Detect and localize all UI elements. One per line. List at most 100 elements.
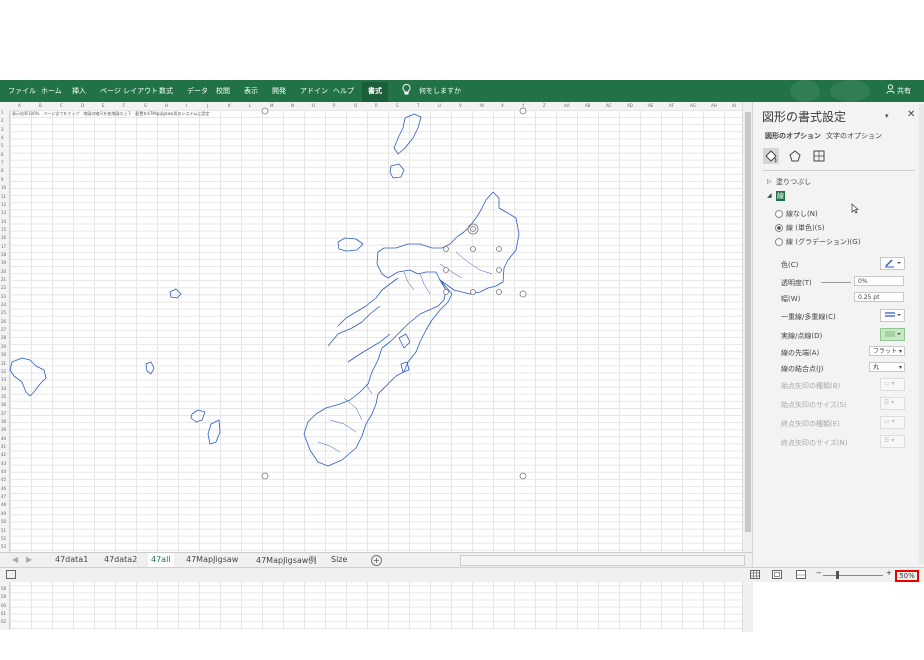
zoom-in-button[interactable]: + — [886, 569, 892, 577]
expand-fill-icon[interactable]: ▷ — [767, 178, 772, 185]
tab-shape-options[interactable]: 図形のオプション — [765, 131, 821, 141]
rotation-handle-icon[interactable] — [467, 223, 479, 235]
radio-solid-line[interactable]: 線 (単色)(S) — [775, 223, 825, 233]
worksheet[interactable]: A B C D E F G H I J K L M N O P Q R S T U V W X Y Z AA AB AC AD AE AF AG… — [0, 102, 742, 630]
width-input[interactable]: 0.25 pt — [854, 292, 904, 302]
transparency-slider[interactable] — [821, 282, 851, 283]
pane-options-dropdown-icon[interactable]: ▾ — [885, 112, 889, 120]
ribbon-decoration — [790, 80, 820, 102]
cap-type-value: フラット — [873, 348, 898, 355]
map-island-kerama-group[interactable] — [327, 277, 399, 363]
tab-data[interactable]: データ — [187, 86, 208, 96]
cap-type-dropdown[interactable]: フラット ▾ — [869, 346, 905, 356]
radio-solid-line-button[interactable] — [775, 224, 783, 232]
prev-sheet-icon[interactable]: ◀ — [12, 555, 18, 564]
dash-type-dropdown[interactable] — [880, 328, 905, 341]
tab-view[interactable]: 表示 — [244, 86, 258, 96]
map-island-small-1[interactable] — [389, 163, 405, 179]
transparency-label: 透明度(T) — [781, 279, 812, 287]
width-label: 幅(W) — [781, 295, 801, 303]
zoom-percent[interactable]: 50% — [895, 570, 919, 582]
compound-type-label: 一重線/多重線(C) — [781, 313, 836, 321]
begin-arrow-type-dropdown[interactable]: ▭ ▾ — [880, 378, 905, 391]
radio-solid-line-label: 線 (単色)(S) — [786, 224, 825, 232]
tab-developer[interactable]: 開発 — [272, 86, 286, 96]
tab-addins[interactable]: アドイン — [300, 86, 328, 96]
ribbon-tab-bar: ファイル ホーム 挿入 ページ レイアウト 数式 データ 校閲 表示 開発 アド… — [0, 80, 924, 102]
dropdown-arrow-icon: ▾ — [898, 348, 902, 355]
excel-window: ファイル ホーム 挿入 ページ レイアウト 数式 データ 校閲 表示 開発 アド… — [0, 80, 924, 632]
join-type-value: 丸 — [873, 364, 880, 371]
map-island-small-5[interactable] — [145, 361, 155, 375]
pentagon-icon[interactable] — [787, 148, 803, 164]
zoom-slider-knob[interactable] — [836, 571, 839, 579]
radio-gradient-line[interactable]: 線 (グラデーション)(G) — [775, 237, 860, 247]
section-fill[interactable]: 塗りつぶし — [776, 177, 811, 187]
pane-divider — [763, 170, 915, 171]
page-break-view-icon[interactable] — [796, 570, 806, 581]
sheet-tab-47data1[interactable]: 47data1 — [55, 555, 88, 564]
map-island-small-6[interactable] — [190, 409, 206, 423]
sheet-tab-47mapjigsaw[interactable]: 47MapJigsaw — [186, 555, 238, 564]
tell-me-search[interactable]: 何をしますか — [419, 86, 461, 96]
join-type-dropdown[interactable]: 丸 ▾ — [869, 362, 905, 372]
person-icon — [886, 84, 895, 96]
tab-file[interactable]: ファイル — [8, 86, 36, 96]
status-bar: − + 50% — [0, 567, 924, 582]
sheet-tab-47data2[interactable]: 47data2 — [104, 555, 137, 564]
selection-handles[interactable] — [261, 107, 527, 480]
map-island-small-3[interactable] — [398, 333, 411, 349]
zoom-out-button[interactable]: − — [816, 569, 822, 577]
share-button[interactable]: 共有 — [897, 86, 911, 96]
macro-record-icon[interactable] — [6, 570, 16, 579]
tab-format[interactable]: 書式 — [362, 82, 388, 102]
zoom-slider-track[interactable] — [823, 575, 883, 576]
ribbon-decoration — [830, 80, 870, 102]
fill-line-icon[interactable] — [763, 148, 779, 164]
map-island-small-7[interactable] — [207, 419, 221, 445]
compound-type-dropdown[interactable] — [880, 309, 905, 322]
pane-scrollbar[interactable] — [919, 104, 924, 564]
radio-no-line[interactable]: 線なし(N) — [775, 209, 818, 219]
add-sheet-button[interactable]: + — [371, 555, 382, 566]
close-icon[interactable]: ✕ — [907, 109, 915, 120]
page-layout-view-icon[interactable] — [772, 570, 782, 581]
map-island-north-small[interactable] — [393, 113, 422, 155]
map-island-small-2[interactable] — [169, 288, 182, 299]
map-island-west-large[interactable] — [9, 357, 47, 397]
map-island-main-north[interactable] — [376, 191, 520, 295]
cap-type-label: 線の先端(A) — [781, 349, 820, 357]
radio-gradient-line-label: 線 (グラデーション)(G) — [786, 238, 861, 246]
join-type-label: 線の結合点(J) — [781, 365, 824, 373]
sheet-tab-47mapjigsaw-example[interactable]: 47MapJigsaw例 — [256, 555, 316, 566]
end-arrow-type-dropdown[interactable]: ▭ ▾ — [880, 416, 905, 429]
begin-arrow-size-dropdown[interactable]: ☰ ▾ — [880, 397, 905, 410]
tab-page-layout[interactable]: ページ レイアウト — [100, 86, 158, 96]
tab-formulas[interactable]: 数式 — [159, 86, 173, 96]
section-line[interactable]: 線 — [776, 191, 785, 201]
cursor-icon — [851, 203, 859, 216]
end-arrow-size-label: 終点矢印のサイズ(N) — [781, 439, 848, 447]
dash-type-label: 実線/点線(D) — [781, 332, 823, 340]
line-color-picker[interactable] — [880, 257, 905, 270]
collapse-line-icon[interactable]: ◢ — [767, 192, 772, 199]
tab-insert[interactable]: 挿入 — [72, 86, 86, 96]
sheet-tab-size[interactable]: Size — [331, 555, 347, 564]
map-island-ie[interactable] — [337, 237, 364, 252]
tab-review[interactable]: 校閲 — [216, 86, 230, 96]
size-properties-icon[interactable] — [811, 148, 827, 164]
next-sheet-icon[interactable]: ▶ — [26, 555, 32, 564]
horizontal-scrollbar[interactable] — [460, 555, 745, 566]
radio-gradient-line-button[interactable] — [775, 238, 783, 246]
end-arrow-size-dropdown[interactable]: ☰ ▾ — [880, 435, 905, 448]
normal-view-icon[interactable] — [750, 570, 760, 581]
tab-help[interactable]: ヘルプ — [333, 86, 354, 96]
transparency-input[interactable]: 0% — [854, 276, 904, 286]
vertical-scrollbar-thumb[interactable] — [745, 112, 751, 532]
tab-text-options[interactable]: 文字のオプション — [826, 131, 882, 141]
radio-no-line-button[interactable] — [775, 210, 783, 218]
tab-home[interactable]: ホーム — [41, 86, 62, 96]
lightbulb-icon — [402, 84, 411, 97]
map-drawing[interactable] — [0, 102, 742, 630]
color-label: 色(C) — [781, 261, 799, 269]
